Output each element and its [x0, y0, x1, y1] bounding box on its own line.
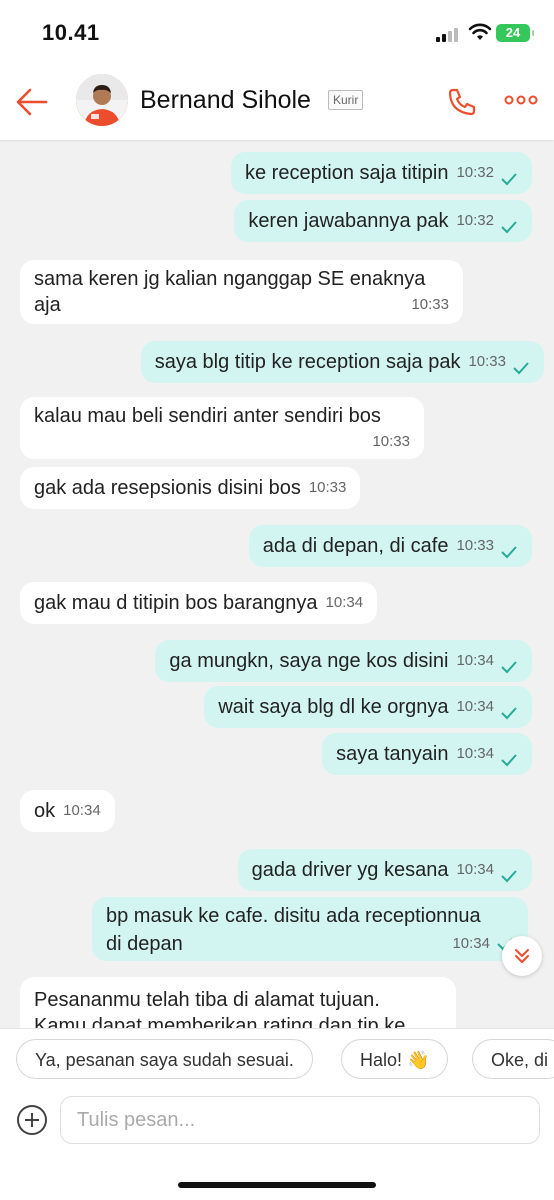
read-check-icon	[513, 362, 529, 375]
read-check-icon	[501, 661, 517, 674]
message-bubble[interactable]: ok 10:34	[20, 790, 115, 832]
read-check-icon	[501, 173, 517, 186]
message-bubble[interactable]: gada driver yg kesana 10:34	[237, 849, 532, 891]
home-indicator	[178, 1182, 376, 1188]
message-bubble[interactable]: saya blg titip ke reception saja pak 10:3…	[140, 341, 544, 383]
message-list[interactable]: ke reception saja titipin 10:32 keren jaw…	[0, 140, 554, 1028]
chevron-double-down-icon	[515, 949, 529, 963]
read-check-icon	[501, 546, 517, 559]
read-check-icon	[501, 754, 517, 767]
message-bubble[interactable]: kalau mau beli sendiri anter sendiri bos…	[20, 397, 424, 459]
more-options-icon[interactable]	[504, 92, 538, 108]
wifi-icon	[468, 23, 492, 40]
status-bar: 10.41 24	[0, 0, 554, 64]
message-bubble[interactable]: saya tanyain 10:34	[322, 733, 532, 775]
read-check-icon	[501, 221, 517, 234]
read-check-icon	[501, 870, 517, 883]
message-bubble[interactable]: sama keren jg kalian nganggap SE enaknya…	[20, 260, 463, 324]
signal-icon	[436, 26, 462, 42]
scroll-to-bottom-button[interactable]	[502, 936, 542, 976]
message-bubble[interactable]: bp masuk ke cafe. disitu ada receptionnu…	[92, 897, 528, 961]
message-bubble[interactable]: keren jawabannya pak 10:32	[234, 200, 532, 242]
message-bubble[interactable]: gak ada resepsionis disini bos 10:33	[20, 467, 361, 509]
courier-badge: Kurir	[328, 90, 364, 110]
back-arrow-icon[interactable]	[14, 84, 50, 120]
message-bubble[interactable]: ke reception saja titipin 10:32	[231, 152, 532, 194]
battery-icon: 24	[496, 24, 534, 42]
message-bubble[interactable]: ada di depan, di cafe 10:33	[248, 525, 532, 567]
status-time: 10.41	[42, 20, 100, 45]
message-bubble[interactable]: wait saya blg dl ke orgnya 10:34	[204, 686, 532, 728]
quick-reply-chip[interactable]: Oke, di	[472, 1039, 554, 1079]
quick-reply-chip[interactable]: Halo! 👋	[341, 1039, 449, 1079]
plus-icon[interactable]	[16, 1104, 48, 1136]
message-input[interactable]: Tulis pesan...	[60, 1096, 540, 1144]
message-bubble[interactable]: Pesananmu telah tiba di alamat tujuan. K…	[20, 977, 456, 1028]
contact-name: Bernand Sihole	[140, 86, 311, 114]
avatar[interactable]	[76, 74, 128, 126]
message-bubble[interactable]: ga mungkn, saya nge kos disini 10:34	[155, 640, 532, 682]
quick-reply-chip[interactable]: Ya, pesanan saya sudah sesuai.	[16, 1039, 313, 1079]
read-check-icon	[501, 707, 517, 720]
chat-header: Bernand Sihole Kurir	[0, 64, 554, 140]
quick-reply-bar: Ya, pesanan saya sudah sesuai. Halo! 👋 O…	[0, 1028, 554, 1093]
phone-icon[interactable]	[446, 86, 478, 118]
message-bubble[interactable]: gak mau d titipin bos barangnya 10:34	[20, 582, 378, 624]
